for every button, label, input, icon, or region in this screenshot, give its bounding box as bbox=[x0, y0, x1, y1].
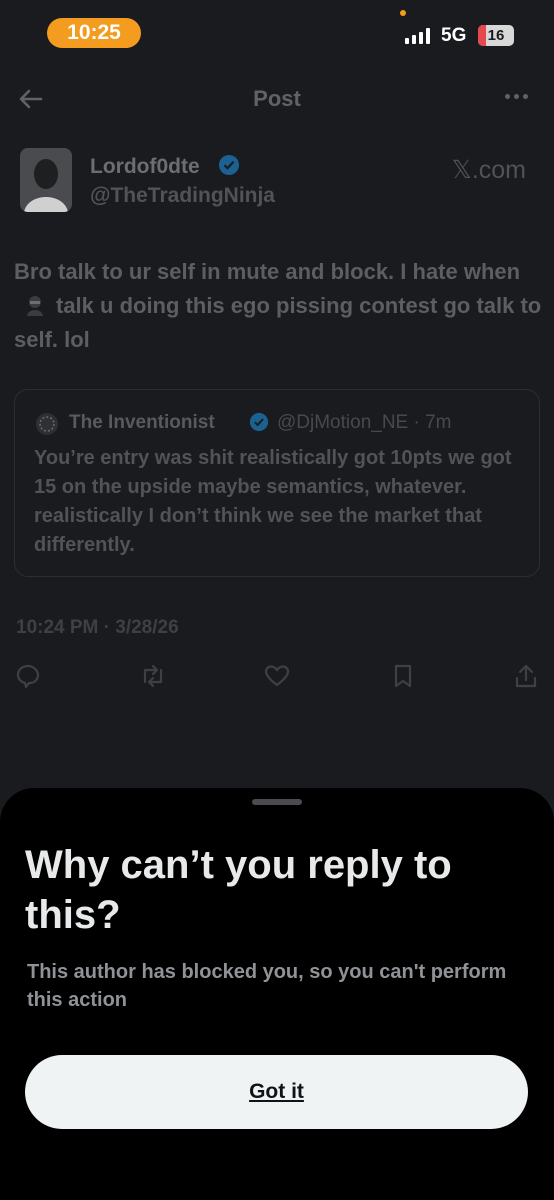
share-icon[interactable] bbox=[512, 662, 540, 690]
battery-level: 16 bbox=[487, 27, 505, 44]
blocked-reply-sheet: Why can’t you reply to this? This author… bbox=[0, 788, 554, 1200]
verified-badge-icon bbox=[249, 412, 269, 432]
avatar[interactable] bbox=[20, 148, 72, 212]
page-title: Post bbox=[253, 86, 301, 111]
network-label: 5G bbox=[441, 25, 467, 46]
reply-icon[interactable] bbox=[14, 662, 42, 690]
post-text: Bro talk to ur self in mute and block. I… bbox=[14, 255, 544, 357]
like-icon[interactable] bbox=[263, 662, 291, 690]
privacy-indicator-dot bbox=[400, 10, 406, 16]
more-dots-icon[interactable] bbox=[505, 94, 528, 99]
author-handle[interactable]: @TheTradingNinja bbox=[90, 184, 275, 208]
bookmark-icon[interactable] bbox=[389, 662, 417, 690]
battery-icon: 16 bbox=[478, 25, 514, 46]
quote-avatar bbox=[36, 413, 58, 435]
repost-icon[interactable] bbox=[139, 662, 167, 690]
post-header: Post bbox=[0, 72, 554, 128]
got-it-button[interactable]: Got it bbox=[25, 1055, 528, 1129]
cellular-signal-icon bbox=[405, 28, 430, 44]
sheet-drag-handle[interactable] bbox=[252, 799, 302, 805]
ninja-emoji-icon bbox=[27, 296, 43, 316]
post-action-bar bbox=[0, 658, 554, 698]
quote-text: You’re entry was shit realistically got … bbox=[34, 447, 512, 556]
post-timestamp: 10:24 PM · 3/28/26 bbox=[16, 617, 179, 638]
quoted-post[interactable]: The Inventionist @DjMotion_NE · 7m You’r… bbox=[14, 389, 540, 577]
verified-badge-icon bbox=[219, 155, 239, 175]
quote-author-name: The Inventionist bbox=[69, 412, 215, 433]
post-text-part-2: talk u doing this ego pissing contest go… bbox=[14, 293, 542, 352]
status-time: 10:25 bbox=[47, 18, 141, 48]
sheet-title: Why can’t you reply to this? bbox=[25, 843, 452, 937]
status-bar: 10:25 5G 16 bbox=[0, 0, 554, 70]
quote-author-handle: @DjMotion_NE · 7m bbox=[277, 412, 452, 433]
post-text-part-1: Bro talk to ur self in mute and block. I… bbox=[14, 259, 521, 284]
author-name[interactable]: Lordof0dte bbox=[90, 155, 200, 179]
sheet-message: This author has blocked you, so you can'… bbox=[27, 961, 507, 1011]
x-com-label: 𝕏.com bbox=[451, 156, 526, 184]
